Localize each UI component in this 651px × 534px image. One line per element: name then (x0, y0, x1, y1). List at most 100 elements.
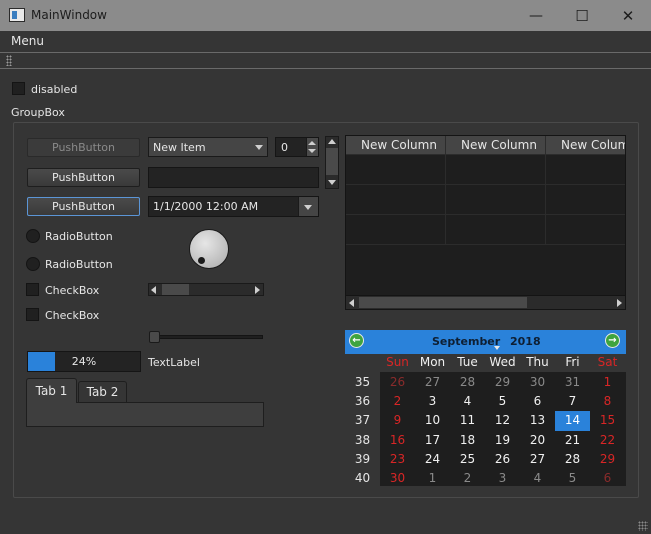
calendar-day[interactable]: 7 (555, 392, 590, 411)
calendar-day[interactable]: 5 (485, 392, 520, 411)
table-scrollbar-handle[interactable] (359, 297, 527, 308)
datetime-arrow-icon (304, 205, 312, 210)
calendar-day[interactable]: 3 (485, 469, 520, 488)
calendar-day[interactable]: 24 (415, 450, 450, 469)
calendar-day[interactable]: 11 (450, 411, 485, 430)
table-cell[interactable] (446, 185, 546, 215)
calendar-day[interactable]: 31 (555, 373, 590, 392)
maximize-button[interactable]: ☐ (559, 0, 605, 31)
calendar-day[interactable]: 22 (590, 431, 625, 450)
checkbox-1[interactable] (26, 283, 39, 296)
slider-handle[interactable] (149, 331, 160, 343)
menu-bar (0, 31, 651, 53)
calendar-day[interactable]: 19 (485, 431, 520, 450)
table-cell[interactable] (446, 215, 546, 245)
disabled-checkbox-label: disabled (31, 83, 78, 96)
calendar-day[interactable]: 17 (415, 431, 450, 450)
calendar-day[interactable]: 23 (380, 450, 415, 469)
table-header-3[interactable]: New Column (546, 136, 625, 155)
checkbox-2[interactable] (26, 308, 39, 321)
calendar-day[interactable]: 27 (415, 373, 450, 392)
calendar-next-icon[interactable]: → (605, 333, 620, 348)
combo-arrow-icon[interactable] (255, 145, 263, 150)
close-button[interactable]: ✕ (605, 0, 651, 31)
calendar-day[interactable]: 9 (380, 411, 415, 430)
calendar-day[interactable]: 28 (555, 450, 590, 469)
progress-bar-text: 24% (71, 355, 97, 368)
calendar-day[interactable]: 30 (520, 373, 555, 392)
calendar-day[interactable]: 26 (380, 373, 415, 392)
calendar-day[interactable]: 28 (450, 373, 485, 392)
calendar-day[interactable]: 8 (590, 392, 625, 411)
combo-box[interactable]: New Item (148, 137, 268, 157)
scroll-right-icon[interactable] (255, 286, 260, 294)
minimize-button[interactable]: — (513, 0, 559, 31)
calendar-day[interactable]: 30 (380, 469, 415, 488)
calendar-day[interactable]: 3 (415, 392, 450, 411)
calendar-day[interactable]: 26 (485, 450, 520, 469)
radio-button-2[interactable] (26, 257, 40, 271)
calendar-day[interactable]: 4 (520, 469, 555, 488)
pushbutton-disabled[interactable]: PushButton (27, 138, 140, 157)
scroll-up-icon[interactable] (328, 139, 336, 144)
calendar-day[interactable]: 18 (450, 431, 485, 450)
calendar-day[interactable]: 12 (485, 411, 520, 430)
line-edit[interactable] (148, 167, 319, 188)
slider-groove[interactable] (150, 335, 263, 339)
calendar-day[interactable]: 29 (590, 450, 625, 469)
table-widget[interactable]: New Column New Column New Column (345, 135, 626, 310)
tab-2-label: Tab 2 (86, 385, 119, 399)
calendar-day[interactable]: 4 (450, 392, 485, 411)
scroll-down-icon[interactable] (328, 180, 336, 185)
calendar-day[interactable]: 21 (555, 431, 590, 450)
vertical-scrollbar-handle[interactable] (326, 148, 338, 175)
calendar-day[interactable]: 1 (590, 373, 625, 392)
calendar-day-selected[interactable]: 14 (555, 411, 590, 431)
calendar-day[interactable]: 16 (380, 431, 415, 450)
horizontal-scrollbar-handle[interactable] (162, 284, 189, 295)
calendar-day[interactable]: 27 (520, 450, 555, 469)
calendar-day[interactable]: 20 (520, 431, 555, 450)
table-scroll-left-icon[interactable] (349, 299, 354, 307)
table-header-2[interactable]: New Column (446, 136, 546, 155)
calendar-day[interactable]: 2 (380, 392, 415, 411)
menu-item[interactable]: Menu (11, 34, 44, 48)
calendar-day[interactable]: 13 (520, 411, 555, 430)
tab-1[interactable]: Tab 1 (26, 378, 77, 403)
calendar-day[interactable]: 5 (555, 469, 590, 488)
calendar-day[interactable]: 25 (450, 450, 485, 469)
table-cell[interactable] (346, 155, 446, 185)
table-header-1[interactable]: New Column (346, 136, 446, 155)
spin-down-icon[interactable] (308, 149, 316, 153)
resize-grip-icon[interactable] (638, 521, 648, 531)
toolbar-grip-icon[interactable] (6, 55, 12, 66)
calendar-year[interactable]: 2018 (510, 335, 541, 348)
pushbutton[interactable]: PushButton (27, 168, 140, 187)
table-cell[interactable] (546, 155, 625, 185)
table-scroll-right-icon[interactable] (617, 299, 622, 307)
table-cell[interactable] (546, 185, 625, 215)
calendar-day[interactable]: 2 (450, 469, 485, 488)
calendar-day[interactable]: 1 (415, 469, 450, 488)
table-cell[interactable] (346, 215, 446, 245)
spin-up-icon[interactable] (308, 141, 316, 145)
calendar-prev-icon[interactable]: ← (349, 333, 364, 348)
calendar-week-number: 36 (354, 394, 371, 409)
calendar-day[interactable]: 6 (590, 469, 625, 488)
calendar-day[interactable]: 10 (415, 411, 450, 430)
scroll-left-icon[interactable] (151, 286, 156, 294)
disabled-checkbox[interactable] (12, 82, 25, 95)
calendar-day[interactable]: 6 (520, 392, 555, 411)
pushbutton-focused[interactable]: PushButton (27, 197, 140, 216)
table-cell[interactable] (546, 215, 625, 245)
table-cell[interactable] (346, 185, 446, 215)
table-cell[interactable] (446, 155, 546, 185)
calendar-day[interactable]: 29 (485, 373, 520, 392)
calendar-month[interactable]: September (432, 335, 500, 348)
month-dropdown-icon[interactable] (494, 346, 500, 350)
dial[interactable] (189, 229, 229, 269)
datetime-edit[interactable]: 1/1/2000 12:00 AM (148, 196, 319, 217)
radio-button-1[interactable] (26, 229, 40, 243)
calendar-day[interactable]: 15 (590, 411, 625, 430)
tab-2[interactable]: Tab 2 (78, 381, 127, 402)
